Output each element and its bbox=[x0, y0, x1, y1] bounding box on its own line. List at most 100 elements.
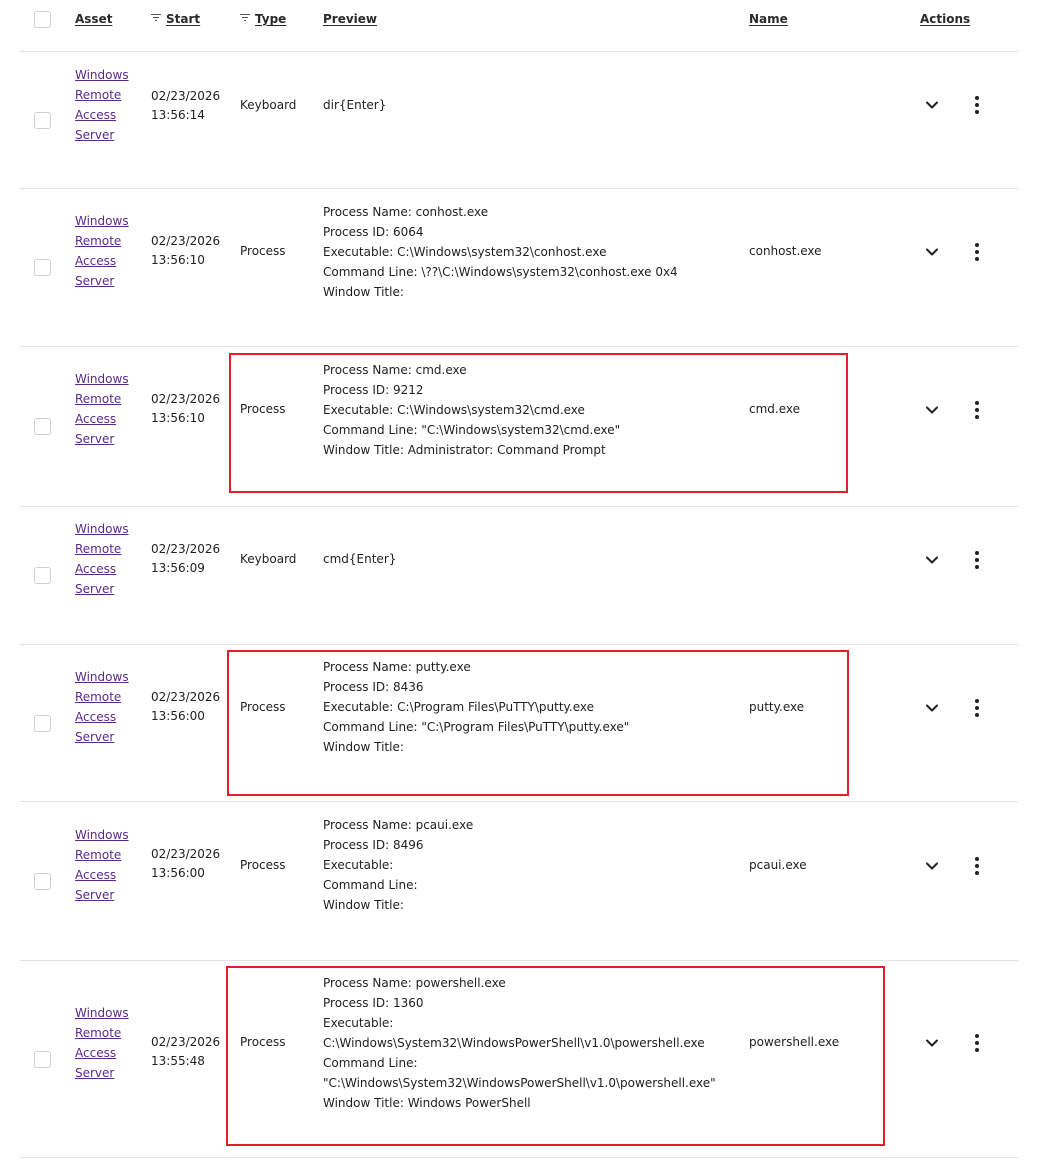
table-row: Windows Remote Access Server 02/23/2026 13:56… bbox=[20, 347, 1019, 507]
asset-link-word: Windows bbox=[75, 68, 129, 82]
start-date: 02/23/2026 bbox=[151, 1035, 221, 1049]
event-type: Process bbox=[240, 1035, 286, 1049]
start-time: 02/23/2026 13:56:00 bbox=[151, 688, 231, 726]
column-preview[interactable]: Preview bbox=[323, 12, 377, 26]
asset-link[interactable]: Windows Remote Access Server bbox=[75, 667, 145, 747]
asset-link[interactable]: Windows Remote Access Server bbox=[75, 369, 145, 449]
chevron-down-icon[interactable] bbox=[924, 244, 940, 260]
chevron-down-icon[interactable] bbox=[924, 97, 940, 113]
process-name: cmd.exe bbox=[749, 402, 801, 416]
asset-link-word: Access bbox=[75, 254, 117, 268]
asset-link-word: Access bbox=[75, 108, 117, 122]
table-row: Windows Remote Access Server 02/23/2026 13:56… bbox=[20, 645, 1019, 802]
asset-link-word: Remote bbox=[75, 88, 122, 102]
column-asset[interactable]: Asset bbox=[75, 12, 112, 26]
row-checkbox[interactable] bbox=[34, 1051, 51, 1068]
more-options-icon[interactable] bbox=[974, 699, 980, 717]
row-checkbox[interactable] bbox=[34, 418, 51, 435]
asset-link[interactable]: Windows Remote Access Server bbox=[75, 211, 145, 291]
start-time: 02/23/2026 13:56:00 bbox=[151, 845, 231, 883]
asset-link-word: Server bbox=[75, 1066, 115, 1080]
start-clock: 13:56:10 bbox=[151, 253, 205, 267]
asset-link-word: Windows bbox=[75, 372, 129, 386]
table-row: Windows Remote Access Server 02/23/2026 13:56… bbox=[20, 189, 1019, 347]
asset-link-word: Remote bbox=[75, 690, 122, 704]
asset-link-word: Server bbox=[75, 888, 115, 902]
preview-line: Command Line: \??\C:\Windows\system32\co… bbox=[323, 265, 678, 279]
event-type: Process bbox=[240, 700, 286, 714]
event-type: Keyboard bbox=[240, 98, 297, 112]
asset-link-word: Access bbox=[75, 412, 117, 426]
preview-line: Command Line: bbox=[323, 878, 418, 892]
start-clock: 13:56:00 bbox=[151, 866, 205, 880]
preview-line: cmd{Enter} bbox=[323, 552, 397, 566]
preview-line: Command Line: "C:\Program Files\PuTTY\pu… bbox=[323, 720, 630, 734]
asset-link[interactable]: Windows Remote Access Server bbox=[75, 1003, 145, 1083]
more-options-icon[interactable] bbox=[974, 96, 980, 114]
asset-link[interactable]: Windows Remote Access Server bbox=[75, 825, 145, 905]
preview-line: C:\Windows\System32\WindowsPowerShell\v1… bbox=[323, 1036, 705, 1050]
preview-line: Process Name: conhost.exe bbox=[323, 205, 489, 219]
asset-link-word: Server bbox=[75, 730, 115, 744]
chevron-down-icon[interactable] bbox=[924, 1035, 940, 1051]
chevron-down-icon[interactable] bbox=[924, 858, 940, 874]
preview-line: Process ID: 8496 bbox=[323, 838, 424, 852]
asset-link[interactable]: Windows Remote Access Server bbox=[75, 65, 145, 145]
start-clock: 13:56:00 bbox=[151, 709, 205, 723]
event-preview: Process Name: conhost.exe Process ID: 606… bbox=[323, 202, 743, 302]
row-checkbox[interactable] bbox=[34, 567, 51, 584]
filter-icon bbox=[151, 14, 161, 22]
asset-link-word: Windows bbox=[75, 522, 129, 536]
column-type[interactable]: Type bbox=[240, 12, 286, 26]
start-date: 02/23/2026 bbox=[151, 847, 221, 861]
more-options-icon[interactable] bbox=[974, 243, 980, 261]
row-checkbox[interactable] bbox=[34, 873, 51, 890]
preview-line: Window Title: bbox=[323, 285, 404, 299]
table-row: Windows Remote Access Server 02/23/2026 13:56… bbox=[20, 507, 1019, 645]
select-all-checkbox[interactable] bbox=[34, 11, 51, 28]
event-preview: Process Name: cmd.exe Process ID: 9212 Exe… bbox=[323, 360, 743, 460]
chevron-down-icon[interactable] bbox=[924, 402, 940, 418]
event-preview: dir{Enter} bbox=[323, 95, 743, 115]
more-options-icon[interactable] bbox=[974, 401, 980, 419]
column-name[interactable]: Name bbox=[749, 12, 788, 26]
more-options-icon[interactable] bbox=[974, 551, 980, 569]
chevron-down-icon[interactable] bbox=[924, 552, 940, 568]
chevron-down-icon[interactable] bbox=[924, 700, 940, 716]
asset-link-word: Windows bbox=[75, 670, 129, 684]
column-type-label: Type bbox=[255, 12, 287, 26]
row-checkbox[interactable] bbox=[34, 715, 51, 732]
more-options-icon[interactable] bbox=[974, 857, 980, 875]
more-options-icon[interactable] bbox=[974, 1034, 980, 1052]
asset-link-word: Access bbox=[75, 710, 117, 724]
preview-line: Window Title: bbox=[323, 898, 404, 912]
asset-link-word: Windows bbox=[75, 1006, 129, 1020]
process-name: powershell.exe bbox=[749, 1035, 840, 1049]
table-row: Windows Remote Access Server 02/23/2026 13:56… bbox=[20, 802, 1019, 961]
start-time: 02/23/2026 13:56:09 bbox=[151, 540, 231, 578]
start-date: 02/23/2026 bbox=[151, 690, 221, 704]
column-actions[interactable]: Actions bbox=[920, 12, 970, 26]
start-date: 02/23/2026 bbox=[151, 392, 221, 406]
process-name: conhost.exe bbox=[749, 244, 822, 258]
event-preview: Process Name: putty.exe Process ID: 8436 E… bbox=[323, 657, 743, 757]
row-checkbox[interactable] bbox=[34, 259, 51, 276]
asset-link-word: Remote bbox=[75, 392, 122, 406]
preview-line: Window Title: bbox=[323, 740, 404, 754]
filter-icon bbox=[240, 14, 250, 22]
start-clock: 13:55:48 bbox=[151, 1054, 205, 1068]
preview-line: Process ID: 9212 bbox=[323, 383, 424, 397]
row-checkbox[interactable] bbox=[34, 112, 51, 129]
preview-line: Executable: bbox=[323, 1016, 394, 1030]
column-start[interactable]: Start bbox=[151, 12, 200, 26]
asset-link[interactable]: Windows Remote Access Server bbox=[75, 519, 145, 599]
start-time: 02/23/2026 13:56:10 bbox=[151, 390, 231, 428]
preview-line: Process ID: 1360 bbox=[323, 996, 424, 1010]
preview-line: Process ID: 8436 bbox=[323, 680, 424, 694]
preview-line: Executable: bbox=[323, 858, 394, 872]
preview-line: Process Name: cmd.exe bbox=[323, 363, 467, 377]
event-type: Process bbox=[240, 402, 286, 416]
asset-link-word: Remote bbox=[75, 848, 122, 862]
table-header: Asset Start Type Preview Name Actions bbox=[20, 0, 1019, 52]
event-type: Process bbox=[240, 244, 286, 258]
